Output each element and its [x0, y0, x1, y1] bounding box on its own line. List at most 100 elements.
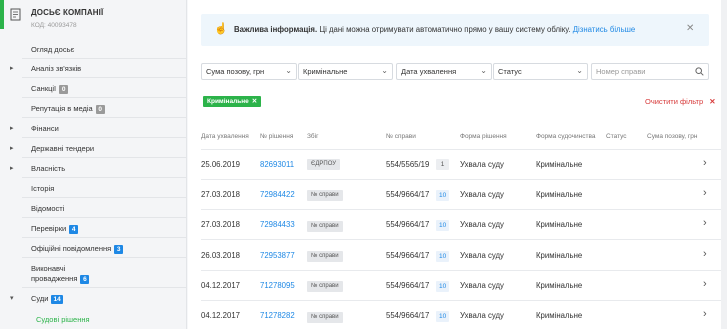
date-filter[interactable]: Дата ухвалення ⌄ — [396, 63, 492, 80]
divider — [22, 137, 186, 138]
chevron-right-icon: ▸ — [10, 145, 14, 152]
proceeding-cell: Кримінальне — [536, 311, 583, 320]
status-filter[interactable]: Статус ⌄ — [493, 63, 588, 80]
decision-link[interactable]: 71278095 — [260, 281, 295, 290]
header-status: Статус — [606, 133, 627, 140]
sidebar-item-label: Відомості — [31, 204, 65, 213]
date-cell: 04.12.2017 — [201, 281, 241, 290]
count-badge: 4 — [69, 225, 79, 234]
chevron-right-icon[interactable]: › — [703, 248, 707, 260]
date-cell: 27.03.2018 — [201, 220, 241, 229]
info-text: Важлива інформація. Ці дані можна отриму… — [234, 25, 635, 34]
sidebar: ДОСЬЄ КОМПАНІЇ КОД: 40093478 Огляд досьє… — [0, 0, 187, 329]
type-filter-label: Кримінальне — [303, 67, 348, 76]
scrollbar[interactable] — [721, 0, 727, 329]
match-tag: № справи — [307, 312, 343, 323]
sidebar-item-records[interactable]: Відомості — [0, 199, 186, 219]
sidebar-item-inspections[interactable]: Перевірки 4 — [0, 219, 186, 239]
chevron-right-icon[interactable]: › — [703, 157, 707, 169]
chevron-right-icon[interactable]: › — [703, 308, 707, 320]
date-cell: 25.06.2019 — [201, 160, 241, 169]
decision-link[interactable]: 72953877 — [260, 251, 295, 260]
search-icon — [695, 67, 704, 76]
match-tag: № справи — [307, 190, 343, 201]
close-icon[interactable]: ✕ — [252, 98, 257, 105]
chevron-right-icon[interactable]: › — [703, 187, 707, 199]
case-cell: 554/5565/19 — [386, 160, 430, 169]
form-cell: Ухвала суду — [460, 160, 504, 169]
decision-link[interactable]: 82693011 — [260, 160, 294, 169]
sidebar-item-label: провадження — [31, 274, 78, 283]
decision-link[interactable]: 71278282 — [260, 311, 295, 320]
form-cell: Ухвала суду — [460, 251, 504, 260]
sidebar-item-label: Державні тендери — [31, 144, 95, 153]
form-cell: Ухвала суду — [460, 190, 504, 199]
sidebar-item-finance[interactable]: ▸ Фінанси — [0, 119, 186, 139]
chevron-down-icon: ⌄ — [381, 66, 388, 75]
amount-filter-label: Сума позову, грн — [206, 67, 265, 76]
match-tag: № справи — [307, 251, 343, 262]
match-tag: № справи — [307, 281, 343, 292]
learn-more-link[interactable]: Дізнатись більше — [573, 25, 636, 34]
sidebar-item-overview[interactable]: Огляд досьє — [0, 40, 186, 60]
match-tag: ЄДРПОУ — [307, 159, 341, 170]
count-badge: 6 — [80, 275, 90, 284]
proceeding-cell: Кримінальне — [536, 220, 583, 229]
sidebar-item-label: Офіційні повідомлення — [31, 244, 112, 253]
match-tag: № справи — [307, 221, 343, 232]
sidebar-item-enforcement[interactable]: Виконавчі провадження 6 — [0, 259, 186, 287]
header-match: Збіг — [307, 133, 319, 140]
info-message: Ці дані можна отримувати автоматично пря… — [319, 25, 571, 34]
form-cell: Ухвала суду — [460, 220, 504, 229]
count-badge: 0 — [59, 85, 69, 94]
date-cell: 26.03.2018 — [201, 251, 241, 260]
chevron-down-icon: ⌄ — [285, 66, 292, 75]
sidebar-item-sanctions[interactable]: Санкції 0 — [0, 79, 186, 99]
sidebar-item-label: Фінанси — [31, 124, 59, 133]
count-badge: 14 — [51, 295, 63, 304]
amount-filter[interactable]: Сума позову, грн ⌄ — [201, 63, 297, 80]
case-cell: 554/9664/17 — [386, 190, 430, 199]
sidebar-item-courts[interactable]: ▾ Суди 14 — [0, 289, 186, 309]
sidebar-item-media[interactable]: Репутація в медіа 0 — [0, 99, 186, 119]
decision-link[interactable]: 72984433 — [260, 220, 295, 229]
clear-filter-button[interactable]: Очистити фільтр ✕ — [645, 97, 716, 106]
sidebar-item-notices[interactable]: Офіційні повідомлення 3 — [0, 239, 186, 259]
sidebar-item-court-decisions[interactable]: Судові рішення — [0, 310, 186, 329]
decision-link[interactable]: 72984422 — [260, 190, 295, 199]
sidebar-item-label: Історія — [31, 184, 55, 193]
type-filter[interactable]: Кримінальне ⌄ — [298, 63, 393, 80]
sidebar-item-connections[interactable]: ▸ Аналіз зв'язків — [0, 59, 186, 79]
form-cell: Ухвала суду — [460, 281, 504, 290]
sidebar-item-history[interactable]: Історія — [0, 179, 186, 199]
case-count-badge: 10 — [436, 190, 450, 201]
divider — [22, 257, 186, 258]
sidebar-item-label-line1: Виконавчі — [31, 264, 66, 273]
sidebar-item-label: Санкції — [31, 84, 57, 93]
header-proceeding: Форма судочинства — [536, 133, 596, 140]
form-cell: Ухвала суду — [460, 311, 504, 320]
sidebar-item-ownership[interactable]: ▸ Власність — [0, 159, 186, 179]
sidebar-item-tenders[interactable]: ▸ Державні тендери — [0, 139, 186, 159]
company-header: ДОСЬЄ КОМПАНІЇ КОД: 40093478 — [0, 0, 186, 36]
chevron-right-icon: ▸ — [10, 65, 14, 72]
proceeding-cell: Кримінальне — [536, 251, 583, 260]
divider — [201, 300, 721, 301]
header-case: № справи — [386, 133, 416, 140]
header-decision: № рішення — [260, 133, 294, 140]
count-badge: 3 — [114, 245, 124, 254]
chevron-right-icon[interactable]: › — [703, 217, 707, 229]
sidebar-item-label: Огляд досьє — [31, 45, 75, 54]
date-cell: 27.03.2018 — [201, 190, 241, 199]
proceeding-cell: Кримінальне — [536, 160, 583, 169]
case-number-search[interactable]: Номер справи — [591, 63, 709, 80]
pointing-hand-icon: ☝ — [214, 23, 228, 35]
chevron-down-icon: ⌄ — [576, 66, 583, 75]
divider — [22, 117, 186, 118]
divider — [201, 270, 721, 271]
divider — [22, 197, 186, 198]
chevron-right-icon[interactable]: › — [703, 278, 707, 290]
active-filter-chip[interactable]: Кримінальне ✕ — [203, 96, 262, 107]
close-icon[interactable]: ✕ — [686, 23, 694, 34]
divider — [22, 287, 186, 288]
